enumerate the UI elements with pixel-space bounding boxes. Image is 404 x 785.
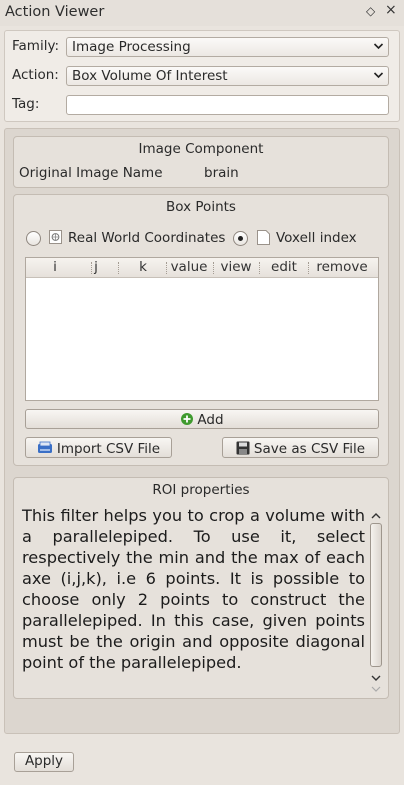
col-j[interactable]: j [86, 259, 106, 275]
floppy-disk-icon [236, 441, 250, 455]
voxel-index-label: Voxell index [276, 230, 357, 246]
col-view[interactable]: view [218, 259, 254, 275]
col-i[interactable]: i [46, 259, 64, 275]
real-world-coordinates-radio[interactable] [26, 231, 41, 246]
family-value: Image Processing [72, 39, 191, 55]
family-label: Family: [12, 38, 60, 54]
original-image-label: Original Image Name [19, 165, 163, 181]
save-csv-button[interactable]: Save as CSV File [222, 437, 379, 458]
world-icon [49, 230, 63, 249]
box-points-title: Box Points [166, 199, 236, 215]
roi-scrollbar[interactable] [369, 509, 383, 694]
voxel-index-radio[interactable] [233, 231, 248, 246]
tag-input[interactable] [66, 95, 389, 115]
original-image-value: brain [204, 165, 239, 181]
import-csv-label: Import CSV File [56, 441, 161, 457]
voxel-index-icon [257, 230, 271, 249]
tag-label: Tag: [12, 96, 40, 112]
plus-icon [180, 412, 194, 426]
family-dropdown[interactable]: Image Processing [66, 37, 389, 57]
image-component-title: Image Component [138, 141, 264, 157]
roi-description: This filter helps you to crop a volume w… [22, 506, 365, 672]
float-button[interactable]: ◇ [366, 4, 375, 18]
add-point-button[interactable]: Add [25, 409, 379, 429]
scroll-down-alt-icon[interactable] [370, 682, 382, 698]
col-edit[interactable]: edit [266, 259, 302, 275]
table-header: i j k value view edit remove [26, 258, 378, 278]
scrollbar-thumb[interactable] [370, 523, 382, 667]
col-k[interactable]: k [134, 259, 152, 275]
chevron-down-icon [373, 67, 384, 86]
chevron-down-icon [373, 38, 384, 57]
add-label: Add [197, 412, 224, 428]
window-title: Action Viewer [5, 4, 105, 20]
roi-properties-title: ROI properties [152, 482, 250, 498]
action-value: Box Volume Of Interest [72, 68, 228, 84]
col-value[interactable]: value [169, 259, 209, 275]
col-remove[interactable]: remove [312, 259, 372, 275]
action-dropdown[interactable]: Box Volume Of Interest [66, 66, 389, 86]
close-button[interactable]: × [385, 2, 397, 18]
import-icon [37, 441, 53, 455]
title-bar: Action Viewer ◇ × [0, 0, 404, 26]
points-table[interactable]: i j k value view edit remove [25, 257, 379, 401]
import-csv-button[interactable]: Import CSV File [25, 437, 172, 458]
save-csv-label: Save as CSV File [253, 441, 366, 457]
action-label: Action: [12, 67, 59, 83]
apply-button[interactable]: Apply [14, 752, 74, 772]
real-world-coordinates-label: Real World Coordinates [68, 230, 226, 246]
